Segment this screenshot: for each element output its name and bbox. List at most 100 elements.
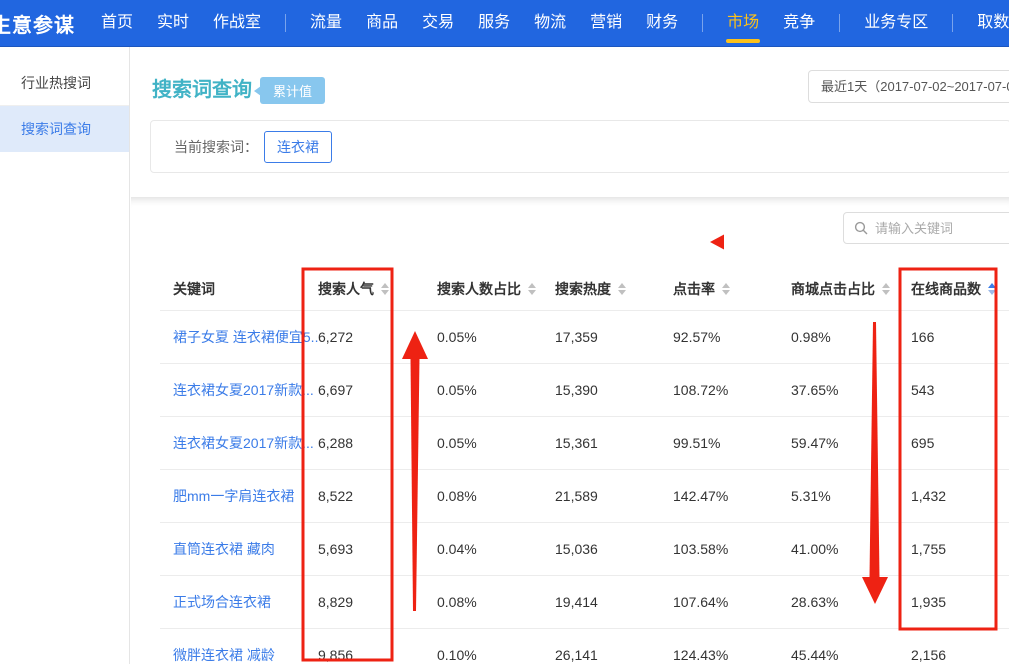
table-row: 连衣裙女夏2017新款...6,2880.05%15,36199.51%59.4…: [160, 417, 1009, 470]
cumulative-badge: 累计值: [260, 77, 325, 104]
column-label: 关键词: [173, 279, 215, 299]
keyword-link[interactable]: 肥mm一字肩连衣裙: [160, 486, 318, 506]
sort-icon[interactable]: [618, 283, 626, 295]
table-cell: 6,272: [318, 329, 437, 345]
date-range-selector[interactable]: 最近1天（2017-07-02~2017-07-02: [808, 70, 1009, 103]
keyword-search-box[interactable]: [843, 212, 1009, 244]
table-cell: 99.51%: [673, 435, 791, 451]
nav-item-service[interactable]: 服务: [466, 0, 522, 46]
table-cell: 1,755: [911, 541, 1009, 557]
keyword-link[interactable]: 连衣裙女夏2017新款...: [160, 380, 318, 400]
column-header-5[interactable]: 商城点击占比: [791, 279, 911, 299]
table-row: 直筒连衣裙 藏肉5,6930.04%15,036103.58%41.00%1,7…: [160, 523, 1009, 576]
keyword-link[interactable]: 直筒连衣裙 藏肉: [160, 539, 318, 559]
nav-item-realtime[interactable]: 实时: [145, 0, 201, 46]
keyword-link[interactable]: 微胖连衣裙 减龄: [160, 645, 318, 664]
nav-item-finance[interactable]: 财务: [634, 0, 690, 46]
nav-item-competition[interactable]: 竞争: [771, 0, 827, 46]
keyword-search-input[interactable]: [875, 221, 1009, 236]
table-cell: 15,361: [555, 435, 673, 451]
sort-icon[interactable]: [528, 283, 536, 295]
table-cell: 124.43%: [673, 647, 791, 663]
sort-icon[interactable]: [988, 283, 996, 295]
column-label: 点击率: [673, 279, 715, 299]
table-cell: 0.05%: [437, 382, 555, 398]
nav-item-market[interactable]: 市场: [715, 0, 771, 46]
table-cell: 9,856: [318, 647, 437, 663]
badge-label: 累计值: [273, 84, 312, 99]
table-cell: 1,935: [911, 594, 1009, 610]
keyword-link[interactable]: 连衣裙女夏2017新款...: [160, 433, 318, 453]
table-row: 裙子女夏 连衣裙便宜5...6,2720.05%17,35992.57%0.98…: [160, 311, 1009, 364]
column-header-3[interactable]: 搜索热度: [555, 279, 673, 299]
table-cell: 0.98%: [791, 329, 911, 345]
table-row: 微胖连衣裙 减龄9,8560.10%26,141124.43%45.44%2,1…: [160, 629, 1009, 664]
table-cell: 19,414: [555, 594, 673, 610]
nav-item-goods[interactable]: 商品: [354, 0, 410, 46]
table-row: 连衣裙女夏2017新款...6,6970.05%15,390108.72%37.…: [160, 364, 1009, 417]
column-label: 搜索热度: [555, 279, 611, 299]
table-cell: 0.04%: [437, 541, 555, 557]
nav-divider: [702, 14, 703, 32]
sidebar-item-industry-hot-words[interactable]: 行业热搜词: [0, 60, 129, 106]
nav-item-business-zone[interactable]: 业务专区: [852, 0, 940, 46]
sidebar: 行业热搜词搜索词查询: [0, 47, 130, 664]
column-header-2[interactable]: 搜索人数占比: [437, 279, 555, 299]
table-cell: 0.10%: [437, 647, 555, 663]
table-row: 正式场合连衣裙8,8290.08%19,414107.64%28.63%1,93…: [160, 576, 1009, 629]
table-cell: 1,432: [911, 488, 1009, 504]
nav-item-marketing[interactable]: 营销: [578, 0, 634, 46]
nav-item-traffic[interactable]: 流量: [298, 0, 354, 46]
table-cell: 8,829: [318, 594, 437, 610]
sidebar-item-search-word-query[interactable]: 搜索词查询: [0, 106, 129, 152]
sort-icon[interactable]: [381, 283, 389, 295]
table-cell: 142.47%: [673, 488, 791, 504]
table-cell: 103.58%: [673, 541, 791, 557]
column-label: 商城点击占比: [791, 279, 875, 299]
top-navbar: 生意参谋 首页实时作战室流量商品交易服务物流营销财务市场竞争业务专区取数: [0, 0, 1009, 47]
column-header-0: 关键词: [160, 279, 318, 299]
table-cell: 5.31%: [791, 488, 911, 504]
table-cell: 543: [911, 382, 1009, 398]
table-cell: 6,697: [318, 382, 437, 398]
current-search-card: 当前搜索词： 连衣裙: [150, 120, 1009, 173]
nav-item-home[interactable]: 首页: [89, 0, 145, 46]
sort-icon[interactable]: [882, 283, 890, 295]
table-cell: 0.08%: [437, 594, 555, 610]
table-cell: 8,522: [318, 488, 437, 504]
column-header-1[interactable]: 搜索人气: [318, 279, 437, 299]
table-cell: 5,693: [318, 541, 437, 557]
nav-divider: [952, 14, 953, 32]
keyword-link[interactable]: 裙子女夏 连衣裙便宜5...: [160, 327, 318, 347]
main-content: 搜索词查询 累计值 最近1天（2017-07-02~2017-07-02 当前搜…: [131, 47, 1009, 664]
table-cell: 0.08%: [437, 488, 555, 504]
table-header-row: 关键词 搜索人气搜索人数占比 搜索热度 点击率 商城点击占比 在线商品数: [160, 268, 1009, 311]
table-cell: 108.72%: [673, 382, 791, 398]
nav-item-war-room[interactable]: 作战室: [201, 0, 273, 46]
app-logo[interactable]: 生意参谋: [0, 9, 75, 38]
current-search-tag[interactable]: 连衣裙: [264, 131, 332, 163]
table-cell: 45.44%: [791, 647, 911, 663]
nav-item-logistics[interactable]: 物流: [522, 0, 578, 46]
search-icon: [854, 221, 868, 235]
column-label: 搜索人数占比: [437, 279, 521, 299]
table-cell: 41.00%: [791, 541, 911, 557]
table-cell: 0.05%: [437, 435, 555, 451]
column-header-6[interactable]: 在线商品数: [911, 279, 1009, 299]
nav-item-data-fetch[interactable]: 取数: [965, 0, 1009, 46]
table-cell: 0.05%: [437, 329, 555, 345]
table-cell: 166: [911, 329, 1009, 345]
sort-icon[interactable]: [722, 283, 730, 295]
keyword-link[interactable]: 正式场合连衣裙: [160, 592, 318, 612]
table-body: 裙子女夏 连衣裙便宜5...6,2720.05%17,35992.57%0.98…: [160, 311, 1009, 664]
nav-divider: [285, 14, 286, 32]
table-cell: 6,288: [318, 435, 437, 451]
navbar-items: 首页实时作战室流量商品交易服务物流营销财务市场竞争业务专区取数: [89, 0, 1009, 46]
nav-item-trade[interactable]: 交易: [410, 0, 466, 46]
badge-arrow: [254, 86, 261, 96]
table-cell: 37.65%: [791, 382, 911, 398]
table-cell: 107.64%: [673, 594, 791, 610]
column-header-4[interactable]: 点击率: [673, 279, 791, 299]
table-cell: 21,589: [555, 488, 673, 504]
table-cell: 15,036: [555, 541, 673, 557]
